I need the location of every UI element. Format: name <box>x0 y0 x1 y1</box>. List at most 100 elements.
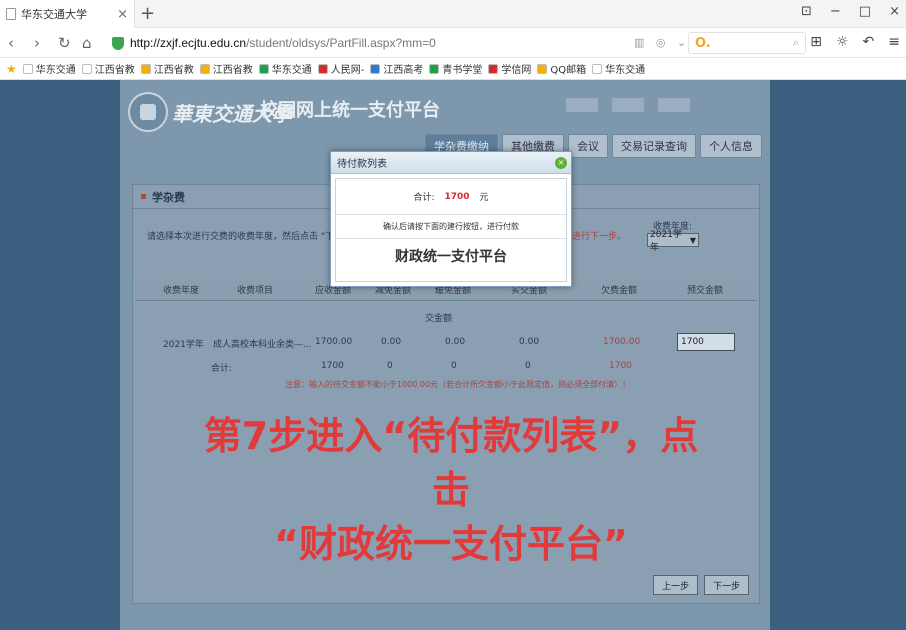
bookmark-label: 华东交通 <box>271 65 312 76</box>
prepay-input[interactable]: 1700 <box>677 333 735 351</box>
row-defer: 0.00 <box>445 337 466 347</box>
bookmark-label: 华东交通 <box>35 65 76 76</box>
brightness-icon[interactable]: ☼ <box>836 34 849 50</box>
search-icon[interactable]: ⌕ <box>793 36 799 50</box>
url-field[interactable]: http://zxjf.ecjtu.edu.cn /student/oldsys… <box>112 32 682 54</box>
bookmark-item[interactable]: 江西省教 <box>81 61 135 76</box>
bookmark-label: 学信网 <box>501 65 532 76</box>
row-due: 1700.00 <box>315 337 353 347</box>
back-icon[interactable]: ‹ <box>8 34 14 52</box>
url-host: http://zxjf.ecjtu.edu.cn <box>130 36 247 50</box>
toolbar-right: ⊞ ☼ ↶ ≡ <box>810 34 900 50</box>
pending-payment-dialog: 待付款列表 × 合计: 1700 元 确认后请按下面的建行按钮，进行付款 财政统… <box>330 151 572 287</box>
search-input[interactable]: O. ⌕ <box>688 32 806 54</box>
instruction-warning: 能进行下一步。 <box>563 232 627 242</box>
user-avatar <box>566 98 598 112</box>
logout-link[interactable] <box>658 98 690 112</box>
bookmark-icon <box>317 63 328 74</box>
page-icon <box>6 8 16 20</box>
step-annotation-line2: “财政统一支付平台” <box>274 522 628 566</box>
page-background: 華東交通大學 校园网上统一支付平台 学杂费缴纳 其他缴费 会议 交易记录查询 个… <box>0 80 906 630</box>
row-item: 成人高校本科业余类—... <box>213 340 312 350</box>
bookmark-item[interactable]: 江西省教 <box>199 61 253 76</box>
bookmark-item[interactable]: 华东交通 <box>592 61 645 76</box>
window-pin-icon[interactable]: ⊡ <box>801 4 812 19</box>
limit-note: 注意：输入的待交金额不能小于1000.00元（若合计所欠金额小于此限定值，则必须… <box>285 380 631 389</box>
dialog-total-amount: 1700 <box>444 191 470 202</box>
tab-transactions[interactable]: 交易记录查询 <box>612 134 696 158</box>
year-select[interactable]: 2021学年 ▼ <box>647 230 699 253</box>
bookmark-item[interactable]: 江西高考 <box>370 61 423 76</box>
row-owed: 1700.00 <box>603 337 641 347</box>
bookmark-item[interactable]: 学信网 <box>488 61 531 76</box>
bookmark-label: 人民网- <box>330 65 365 76</box>
new-tab-button[interactable]: + <box>140 3 155 24</box>
bookmark-icon <box>258 63 269 74</box>
subheader: 交金额 <box>425 314 453 324</box>
browser-tabbar: 华东交通大学 × + ⊡ − □ × <box>0 0 906 28</box>
tab-profile[interactable]: 个人信息 <box>700 134 762 158</box>
total-reduce: 0 <box>387 361 393 371</box>
platform-title: 校园网上统一支付平台 <box>260 100 440 121</box>
address-bar: ‹ › ↻ ⌂ http://zxjf.ecjtu.edu.cn /studen… <box>0 28 906 58</box>
bookmark-icon <box>370 63 381 74</box>
bookmark-item[interactable]: 人民网- <box>317 61 365 76</box>
dialog-header: 待付款列表 × <box>331 152 571 174</box>
star-icon[interactable]: ★ <box>6 62 17 76</box>
bookmark-label: 青书学堂 <box>442 65 483 76</box>
col-item: 收费项目 <box>237 286 274 296</box>
row-reduce: 0.00 <box>381 337 402 347</box>
bookmark-icon <box>592 63 603 74</box>
section-title: 学杂费 <box>152 190 185 204</box>
bookmark-label: 江西高考 <box>383 65 424 76</box>
row-paid: 0.00 <box>519 337 540 347</box>
total-due: 1700 <box>321 361 344 371</box>
menu-icon[interactable]: ≡ <box>888 34 900 50</box>
school-logo-icon <box>128 92 168 132</box>
undo-icon[interactable]: ↶ <box>863 34 875 50</box>
tab-close-icon[interactable]: × <box>117 7 128 22</box>
finance-payment-platform-button[interactable]: 财政统一支付平台 <box>336 239 566 273</box>
minimize-icon[interactable]: − <box>830 4 841 19</box>
site-header: 華東交通大學 校园网上统一支付平台 学杂费缴纳 其他缴费 会议 交易记录查询 个… <box>120 80 770 162</box>
total-paid: 0 <box>525 361 531 371</box>
bookmark-label: 江西省教 <box>153 65 194 76</box>
dialog-confirm-text: 确认后请按下面的建行按钮，进行付款 <box>336 215 566 239</box>
user-info <box>566 98 690 112</box>
bullet-icon <box>141 194 146 199</box>
bookmark-icon <box>199 63 210 74</box>
bookmark-item[interactable]: 江西省教 <box>140 61 194 76</box>
bookmarks-bar: ★ 华东交通 江西省教 江西省教 江西省教 华东交通 人民网- 江西高考 青书学堂 学信网 QQ邮… <box>0 58 906 80</box>
total-owed: 1700 <box>609 361 632 371</box>
refresh-icon[interactable]: ↻ <box>58 34 71 52</box>
bookmark-item[interactable]: 华东交通 <box>258 61 312 76</box>
home-icon[interactable]: ⌂ <box>82 34 92 52</box>
tab-meeting[interactable]: 会议 <box>568 134 608 158</box>
col-year: 收费年度 <box>163 286 200 296</box>
dialog-total-label: 合计: <box>413 193 435 203</box>
row-year: 2021学年 <box>163 340 204 350</box>
col-prepay: 预交金额 <box>687 286 724 296</box>
next-button[interactable]: 下一步 <box>704 575 750 595</box>
window-controls: ⊡ − □ × <box>801 4 900 19</box>
prev-button[interactable]: 上一步 <box>653 575 699 595</box>
dialog-close-icon[interactable]: × <box>555 156 567 169</box>
url-path: /student/oldsys/PartFill.aspx?mm=0 <box>246 36 436 50</box>
maximize-icon[interactable]: □ <box>859 4 871 19</box>
bookmark-item[interactable]: QQ邮箱 <box>537 61 586 76</box>
bookmark-item[interactable]: 青书学堂 <box>429 61 482 76</box>
step-annotation-line1: 第7步进入“待付款列表”，点击 <box>203 414 699 512</box>
total-defer: 0 <box>451 361 457 371</box>
tab-title: 华东交通大学 <box>21 8 87 21</box>
url-tools-icon[interactable]: ▥ ◎ ⌄ <box>634 36 690 49</box>
search-brand: O. <box>695 35 711 51</box>
bookmark-label: QQ邮箱 <box>550 65 587 76</box>
browser-tab[interactable]: 华东交通大学 × <box>0 0 135 28</box>
close-window-icon[interactable]: × <box>889 4 900 19</box>
step-annotation: 第7步进入“待付款列表”，点击 “财政统一支付平台” <box>191 409 711 571</box>
grid-icon[interactable]: ⊞ <box>810 34 822 50</box>
col-owed: 欠费金额 <box>601 286 638 296</box>
bookmark-item[interactable]: 华东交通 <box>22 61 76 76</box>
chevron-down-icon: ▼ <box>689 235 696 245</box>
forward-icon[interactable]: › <box>34 34 40 52</box>
